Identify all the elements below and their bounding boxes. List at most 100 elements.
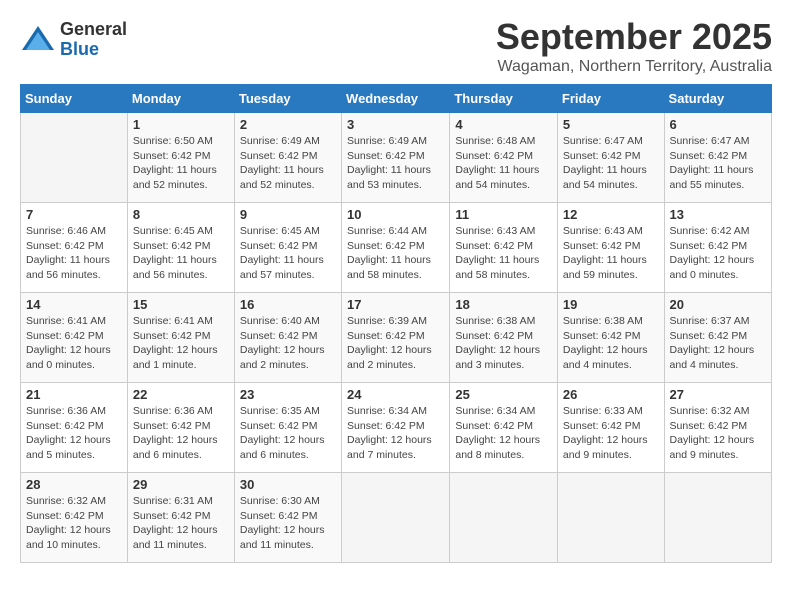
day-info: Sunrise: 6:41 AM Sunset: 6:42 PM Dayligh… bbox=[133, 314, 229, 373]
calendar-cell bbox=[342, 473, 450, 563]
day-number: 9 bbox=[240, 207, 336, 222]
day-number: 1 bbox=[133, 117, 229, 132]
calendar-week-2: 7Sunrise: 6:46 AM Sunset: 6:42 PM Daylig… bbox=[21, 203, 772, 293]
day-info: Sunrise: 6:43 AM Sunset: 6:42 PM Dayligh… bbox=[455, 224, 552, 283]
calendar-cell: 2 Sunrise: 6:49 AM Sunset: 6:42 PM Daylig… bbox=[234, 113, 341, 203]
day-number: 16 bbox=[240, 297, 336, 312]
calendar-body: 1 Sunrise: 6:50 AM Sunset: 6:42 PM Daylig… bbox=[21, 113, 772, 563]
calendar-cell: 17Sunrise: 6:39 AM Sunset: 6:42 PM Dayli… bbox=[342, 293, 450, 383]
day-info: Sunrise: 6:38 AM Sunset: 6:42 PM Dayligh… bbox=[455, 314, 552, 373]
day-number: 6 bbox=[670, 117, 766, 132]
calendar-cell: 22Sunrise: 6:36 AM Sunset: 6:42 PM Dayli… bbox=[127, 383, 234, 473]
calendar-cell: 15 Sunrise: 6:41 AM Sunset: 6:42 PM Dayli… bbox=[127, 293, 234, 383]
weekday-header-thursday: Thursday bbox=[450, 85, 558, 113]
day-info: Sunrise: 6:30 AM Sunset: 6:42 PM Dayligh… bbox=[240, 494, 336, 553]
day-number: 25 bbox=[455, 387, 552, 402]
day-number: 21 bbox=[26, 387, 122, 402]
calendar-cell: 29 Sunrise: 6:31 AM Sunset: 6:42 PM Dayli… bbox=[127, 473, 234, 563]
weekday-header-sunday: Sunday bbox=[21, 85, 128, 113]
day-number: 14 bbox=[26, 297, 122, 312]
day-info: Sunrise: 6:41 AM Sunset: 6:42 PM Dayligh… bbox=[26, 314, 122, 373]
day-number: 12 bbox=[563, 207, 659, 222]
day-number: 5 bbox=[563, 117, 659, 132]
day-number: 2 bbox=[240, 117, 336, 132]
calendar-week-1: 1 Sunrise: 6:50 AM Sunset: 6:42 PM Daylig… bbox=[21, 113, 772, 203]
weekday-header-saturday: Saturday bbox=[664, 85, 771, 113]
calendar-cell: 13 Sunrise: 6:42 AM Sunset: 6:42 PM Dayli… bbox=[664, 203, 771, 293]
month-title: September 2025 bbox=[496, 16, 772, 58]
calendar-cell: 11Sunrise: 6:43 AM Sunset: 6:42 PM Dayli… bbox=[450, 203, 558, 293]
day-number: 4 bbox=[455, 117, 552, 132]
logo-text: General Blue bbox=[60, 20, 127, 60]
day-number: 22 bbox=[133, 387, 229, 402]
weekday-header-row: SundayMondayTuesdayWednesdayThursdayFrid… bbox=[21, 85, 772, 113]
day-number: 18 bbox=[455, 297, 552, 312]
calendar-cell: 25Sunrise: 6:34 AM Sunset: 6:42 PM Dayli… bbox=[450, 383, 558, 473]
day-info: Sunrise: 6:34 AM Sunset: 6:42 PM Dayligh… bbox=[347, 404, 444, 463]
day-info: Sunrise: 6:35 AM Sunset: 6:42 PM Dayligh… bbox=[240, 404, 336, 463]
calendar-cell: 14 Sunrise: 6:41 AM Sunset: 6:42 PM Dayli… bbox=[21, 293, 128, 383]
day-info: Sunrise: 6:42 AM Sunset: 6:42 PM Dayligh… bbox=[670, 224, 766, 283]
day-number: 3 bbox=[347, 117, 444, 132]
calendar-cell: 23 Sunrise: 6:35 AM Sunset: 6:42 PM Dayli… bbox=[234, 383, 341, 473]
day-number: 20 bbox=[670, 297, 766, 312]
location-title: Wagaman, Northern Territory, Australia bbox=[496, 58, 772, 76]
day-info: Sunrise: 6:50 AM Sunset: 6:42 PM Dayligh… bbox=[133, 134, 229, 193]
header: General Blue September 2025 Wagaman, Nor… bbox=[20, 16, 772, 76]
day-info: Sunrise: 6:49 AM Sunset: 6:42 PM Dayligh… bbox=[347, 134, 444, 193]
day-info: Sunrise: 6:46 AM Sunset: 6:42 PM Dayligh… bbox=[26, 224, 122, 283]
calendar-cell: 16Sunrise: 6:40 AM Sunset: 6:42 PM Dayli… bbox=[234, 293, 341, 383]
day-info: Sunrise: 6:32 AM Sunset: 6:42 PM Dayligh… bbox=[670, 404, 766, 463]
weekday-header-tuesday: Tuesday bbox=[234, 85, 341, 113]
day-info: Sunrise: 6:49 AM Sunset: 6:42 PM Dayligh… bbox=[240, 134, 336, 193]
calendar-cell bbox=[557, 473, 664, 563]
calendar-cell: 7Sunrise: 6:46 AM Sunset: 6:42 PM Daylig… bbox=[21, 203, 128, 293]
day-info: Sunrise: 6:47 AM Sunset: 6:42 PM Dayligh… bbox=[563, 134, 659, 193]
day-number: 13 bbox=[670, 207, 766, 222]
day-number: 27 bbox=[670, 387, 766, 402]
calendar-header: SundayMondayTuesdayWednesdayThursdayFrid… bbox=[21, 85, 772, 113]
calendar-cell: 28Sunrise: 6:32 AM Sunset: 6:42 PM Dayli… bbox=[21, 473, 128, 563]
title-area: September 2025 Wagaman, Northern Territo… bbox=[496, 16, 772, 76]
calendar-cell: 19Sunrise: 6:38 AM Sunset: 6:42 PM Dayli… bbox=[557, 293, 664, 383]
day-info: Sunrise: 6:39 AM Sunset: 6:42 PM Dayligh… bbox=[347, 314, 444, 373]
day-info: Sunrise: 6:48 AM Sunset: 6:42 PM Dayligh… bbox=[455, 134, 552, 193]
day-info: Sunrise: 6:45 AM Sunset: 6:42 PM Dayligh… bbox=[240, 224, 336, 283]
logo-icon bbox=[20, 22, 56, 58]
weekday-header-friday: Friday bbox=[557, 85, 664, 113]
calendar-cell: 26Sunrise: 6:33 AM Sunset: 6:42 PM Dayli… bbox=[557, 383, 664, 473]
day-number: 29 bbox=[133, 477, 229, 492]
weekday-header-wednesday: Wednesday bbox=[342, 85, 450, 113]
weekday-header-monday: Monday bbox=[127, 85, 234, 113]
day-number: 10 bbox=[347, 207, 444, 222]
day-number: 15 bbox=[133, 297, 229, 312]
calendar-cell: 8 Sunrise: 6:45 AM Sunset: 6:42 PM Daylig… bbox=[127, 203, 234, 293]
day-info: Sunrise: 6:36 AM Sunset: 6:42 PM Dayligh… bbox=[26, 404, 122, 463]
day-info: Sunrise: 6:31 AM Sunset: 6:42 PM Dayligh… bbox=[133, 494, 229, 553]
calendar-cell: 6 Sunrise: 6:47 AM Sunset: 6:42 PM Daylig… bbox=[664, 113, 771, 203]
calendar-week-3: 14 Sunrise: 6:41 AM Sunset: 6:42 PM Dayli… bbox=[21, 293, 772, 383]
calendar-cell: 3 Sunrise: 6:49 AM Sunset: 6:42 PM Daylig… bbox=[342, 113, 450, 203]
calendar-cell: 30 Sunrise: 6:30 AM Sunset: 6:42 PM Dayli… bbox=[234, 473, 341, 563]
calendar-cell: 27 Sunrise: 6:32 AM Sunset: 6:42 PM Dayli… bbox=[664, 383, 771, 473]
day-number: 8 bbox=[133, 207, 229, 222]
logo-blue-text: Blue bbox=[60, 40, 127, 60]
day-info: Sunrise: 6:45 AM Sunset: 6:42 PM Dayligh… bbox=[133, 224, 229, 283]
calendar-cell: 20Sunrise: 6:37 AM Sunset: 6:42 PM Dayli… bbox=[664, 293, 771, 383]
calendar-cell: 18 Sunrise: 6:38 AM Sunset: 6:42 PM Dayli… bbox=[450, 293, 558, 383]
calendar-week-5: 28Sunrise: 6:32 AM Sunset: 6:42 PM Dayli… bbox=[21, 473, 772, 563]
calendar-cell: 1 Sunrise: 6:50 AM Sunset: 6:42 PM Daylig… bbox=[127, 113, 234, 203]
day-info: Sunrise: 6:44 AM Sunset: 6:42 PM Dayligh… bbox=[347, 224, 444, 283]
day-number: 30 bbox=[240, 477, 336, 492]
calendar-cell: 24Sunrise: 6:34 AM Sunset: 6:42 PM Dayli… bbox=[342, 383, 450, 473]
calendar-week-4: 21 Sunrise: 6:36 AM Sunset: 6:42 PM Dayli… bbox=[21, 383, 772, 473]
logo-general-text: General bbox=[60, 20, 127, 40]
calendar-cell: 21 Sunrise: 6:36 AM Sunset: 6:42 PM Dayli… bbox=[21, 383, 128, 473]
calendar-cell: 9 Sunrise: 6:45 AM Sunset: 6:42 PM Daylig… bbox=[234, 203, 341, 293]
day-info: Sunrise: 6:47 AM Sunset: 6:42 PM Dayligh… bbox=[670, 134, 766, 193]
day-info: Sunrise: 6:33 AM Sunset: 6:42 PM Dayligh… bbox=[563, 404, 659, 463]
calendar-cell bbox=[450, 473, 558, 563]
calendar-cell: 5 Sunrise: 6:47 AM Sunset: 6:42 PM Daylig… bbox=[557, 113, 664, 203]
day-number: 28 bbox=[26, 477, 122, 492]
day-number: 23 bbox=[240, 387, 336, 402]
